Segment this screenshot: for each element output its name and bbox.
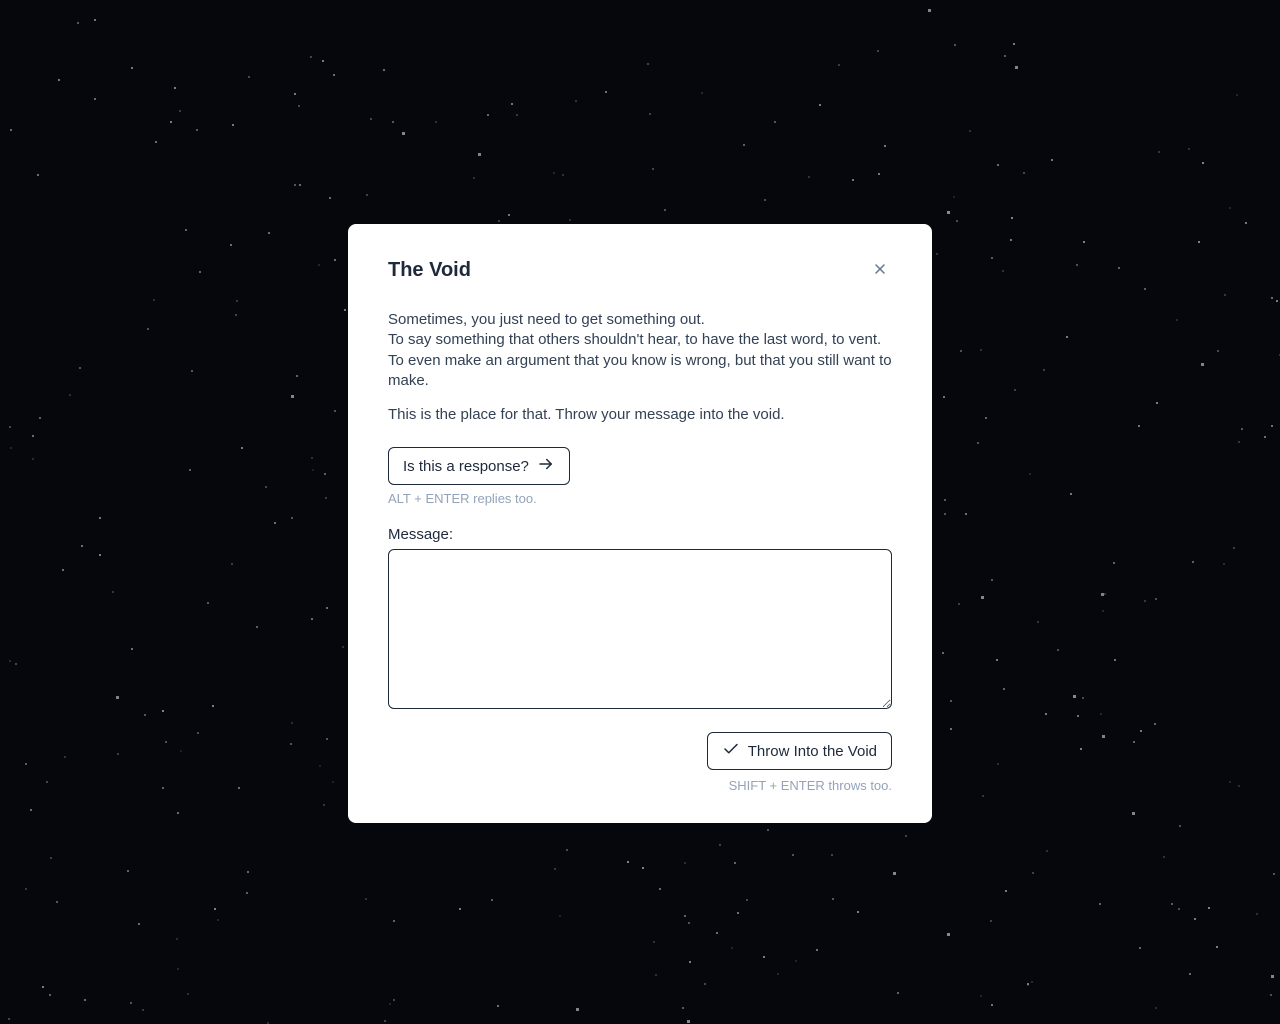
intro-line: To even make an argument that you know i… [388, 352, 892, 389]
response-hint: ALT + ENTER replies too. [388, 491, 892, 506]
intro-line: This is the place for that. Throw your m… [388, 405, 892, 425]
is-response-label: Is this a response? [403, 458, 529, 475]
modal-header: The Void [388, 258, 892, 282]
throw-button-label: Throw Into the Void [748, 743, 877, 760]
close-button[interactable] [868, 258, 892, 282]
intro-line: To say something that others shouldn't h… [388, 331, 881, 348]
throw-button[interactable]: Throw Into the Void [707, 732, 892, 770]
message-label: Message: [388, 526, 892, 543]
check-icon [722, 740, 740, 762]
message-textarea[interactable] [388, 549, 892, 709]
intro-text: Sometimes, you just need to get somethin… [388, 310, 892, 425]
arrow-right-icon [537, 455, 555, 477]
intro-line: Sometimes, you just need to get somethin… [388, 311, 705, 328]
close-icon [872, 261, 888, 280]
is-response-button[interactable]: Is this a response? [388, 447, 570, 485]
modal-title: The Void [388, 259, 471, 282]
throw-hint: SHIFT + ENTER throws too. [388, 778, 892, 793]
void-modal: The Void Sometimes, you just need to get… [348, 224, 932, 823]
